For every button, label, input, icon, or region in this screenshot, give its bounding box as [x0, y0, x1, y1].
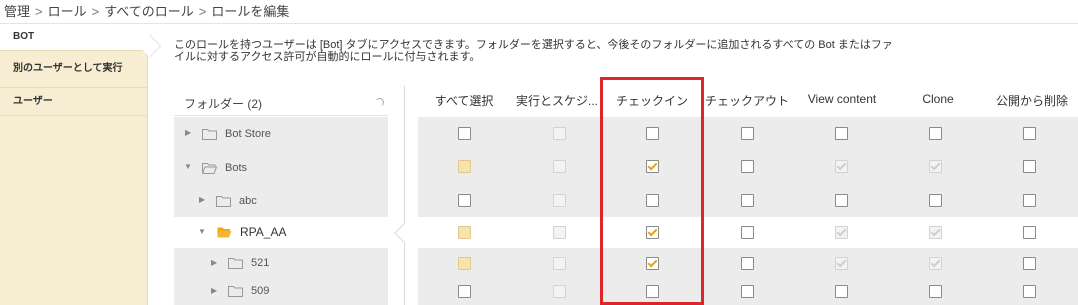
checkbox-checkout[interactable]: [741, 160, 754, 173]
breadcrumb-item-edit-role: ロールを編集: [211, 4, 290, 19]
col-header-run-schedule: 実行とスケジ...: [515, 94, 598, 108]
chevron-right-icon[interactable]: ▶: [199, 195, 205, 204]
checkmark-icon: [930, 226, 941, 237]
checkmark-icon: [836, 226, 847, 237]
col-header-checkout: チェックアウト: [704, 94, 789, 108]
checkbox-unpublish[interactable]: [1023, 194, 1036, 207]
chevron-right-icon[interactable]: ▶: [185, 128, 191, 137]
checkmark-icon: [930, 257, 941, 268]
folder-name: Bot Store: [225, 128, 271, 140]
breadcrumb-item-admin[interactable]: 管理: [4, 4, 30, 19]
folder-row[interactable]: ▶ 521: [174, 248, 388, 279]
sidebar-item-bot[interactable]: BOT: [0, 24, 162, 58]
folder-row[interactable]: ▼ Bots: [174, 150, 388, 184]
checkbox-select-all[interactable]: [458, 160, 471, 173]
sidebar: BOT 別のユーザーとして実行 ユーザー: [0, 24, 162, 305]
checkbox-unpublish[interactable]: [1023, 285, 1036, 298]
folder-name: Bots: [225, 162, 248, 174]
sidebar-item-label: BOT: [13, 31, 35, 42]
checkmark-icon: [930, 160, 941, 171]
panel-divider: [404, 86, 405, 305]
checkbox-clone[interactable]: [929, 285, 942, 298]
checkbox-unpublish[interactable]: [1023, 257, 1036, 270]
checkbox-checkout[interactable]: [741, 226, 754, 239]
checkbox-checkout[interactable]: [741, 285, 754, 298]
checkbox-run-schedule: [553, 285, 566, 298]
sidebar-item-label: 別のユーザーとして実行: [13, 63, 123, 74]
checkbox-unpublish[interactable]: [1023, 160, 1036, 173]
folder-name: abc: [239, 195, 257, 207]
checkbox-run-schedule: [553, 257, 566, 270]
checkbox-run-schedule: [553, 226, 566, 239]
folder-row[interactable]: ▶ abc: [174, 184, 388, 217]
breadcrumb: 管理 > ロール > すべてのロール > ロールを編集: [0, 0, 1078, 24]
checkbox-run-schedule: [553, 160, 566, 173]
col-header-select-all: すべて選択: [434, 94, 494, 108]
checkbox-run-schedule: [553, 194, 566, 207]
sidebar-item-run-as-user[interactable]: 別のユーザーとして実行: [0, 51, 148, 88]
checkbox-clone: [929, 160, 942, 173]
checkbox-view-content[interactable]: [835, 194, 848, 207]
breadcrumb-item-all-roles[interactable]: すべてのロール: [104, 4, 194, 19]
chevron-right-icon[interactable]: ▶: [211, 258, 217, 267]
checkbox-view-content[interactable]: [835, 127, 848, 140]
checkbox-clone[interactable]: [929, 194, 942, 207]
sidebar-item-users[interactable]: ユーザー: [0, 88, 148, 116]
chevron-down-icon[interactable]: ▼: [184, 162, 192, 171]
folder-icon: [216, 196, 231, 207]
checkbox-select-all[interactable]: [458, 226, 471, 239]
loading-spinner-icon: [375, 98, 384, 107]
folder-row[interactable]: ▶ 509: [174, 279, 388, 305]
checkbox-clone[interactable]: [929, 127, 942, 140]
checkbox-clone: [929, 257, 942, 270]
checkmark-icon: [836, 257, 847, 268]
folder-row-selected[interactable]: ▼ RPA_AA: [174, 217, 388, 248]
col-header-clone: Clone: [922, 92, 954, 106]
folder-row[interactable]: ▶ Bot Store: [174, 117, 388, 150]
checkbox-select-all[interactable]: [458, 194, 471, 207]
description-text: このロールを持つユーザーは [Bot] タブにアクセスできます。フォルダーを選択…: [174, 39, 893, 63]
sidebar-item-label: ユーザー: [13, 96, 53, 107]
checkbox-view-content[interactable]: [835, 285, 848, 298]
checkbox-checkout[interactable]: [741, 127, 754, 140]
checkbox-select-all[interactable]: [458, 285, 471, 298]
checkbox-run-schedule: [553, 127, 566, 140]
folder-icon: [228, 286, 243, 297]
checkbox-checkout[interactable]: [741, 257, 754, 270]
checkbox-select-all[interactable]: [458, 127, 471, 140]
selection-pointer: [394, 223, 414, 243]
folder-panel-title: フォルダー (2): [184, 97, 263, 111]
highlight-box: [600, 77, 704, 305]
folder-open-icon: [202, 163, 217, 174]
checkbox-select-all[interactable]: [458, 257, 471, 270]
checkbox-view-content: [835, 160, 848, 173]
folder-open-icon: [217, 227, 232, 238]
checkbox-checkout[interactable]: [741, 194, 754, 207]
chevron-right-icon[interactable]: ▶: [211, 286, 217, 295]
chevron-down-icon[interactable]: ▼: [198, 227, 206, 236]
folder-name: RPA_AA: [240, 225, 287, 239]
folder-icon: [228, 258, 243, 269]
checkbox-clone: [929, 226, 942, 239]
col-header-view-content: View content: [807, 92, 877, 106]
folder-name: 521: [251, 257, 270, 269]
checkbox-unpublish[interactable]: [1023, 226, 1036, 239]
folder-name: 509: [251, 285, 270, 297]
folder-icon: [202, 129, 217, 140]
checkbox-view-content: [835, 257, 848, 270]
breadcrumb-item-roles[interactable]: ロール: [48, 4, 87, 19]
col-header-unpublish: 公開から削除: [995, 94, 1068, 108]
checkmark-icon: [836, 160, 847, 171]
checkbox-unpublish[interactable]: [1023, 127, 1036, 140]
checkbox-view-content: [835, 226, 848, 239]
